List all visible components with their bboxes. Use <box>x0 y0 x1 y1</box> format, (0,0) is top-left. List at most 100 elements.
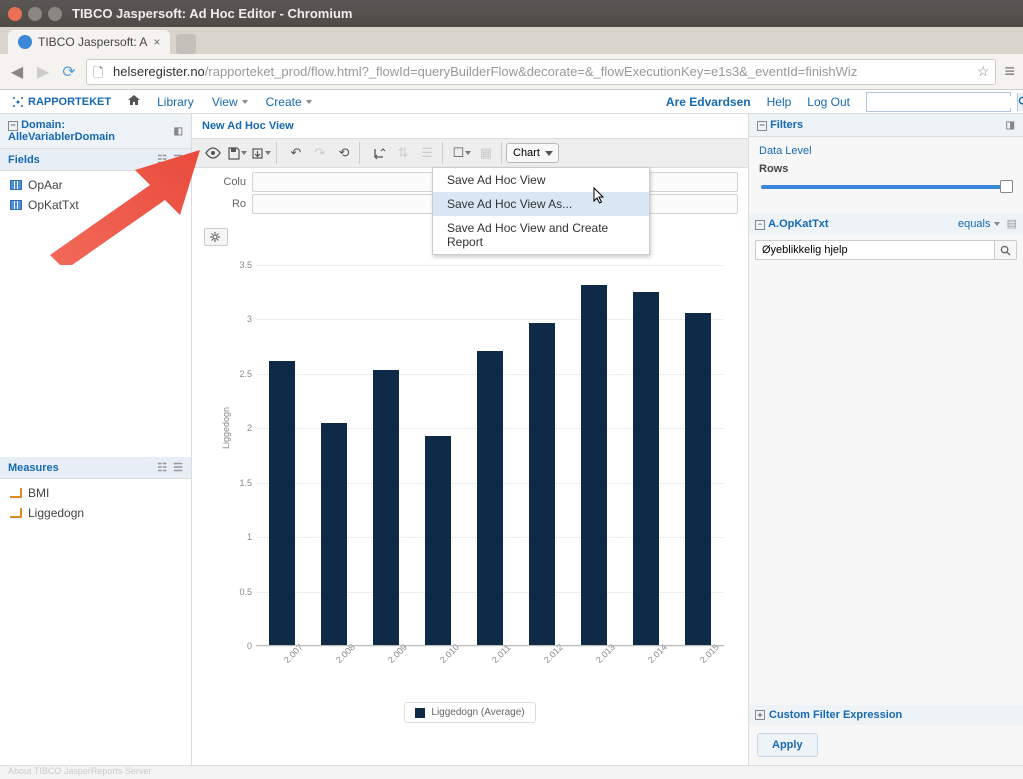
slider-thumb[interactable] <box>1000 180 1013 193</box>
filter-menu-icon[interactable]: ▤ <box>1007 218 1017 230</box>
help-link[interactable]: Help <box>767 95 792 109</box>
preview-icon[interactable] <box>202 143 224 163</box>
format-icon: ▦ <box>475 143 497 163</box>
y-tick-label: 1 <box>232 532 252 542</box>
measure-label: BMI <box>28 486 49 500</box>
logo[interactable]: RAPPORTEKET <box>12 96 111 108</box>
app-nav: Library View Create <box>157 95 312 109</box>
y-tick-label: 3.5 <box>232 260 252 270</box>
url-path: /rapporteket_prod/flow.html?_flowId=quer… <box>205 64 858 79</box>
fields-options-icon[interactable]: ☷ <box>157 153 167 166</box>
chart-bar[interactable] <box>529 323 555 646</box>
collapse-icon[interactable]: − <box>8 121 18 131</box>
filters-label: Filters <box>770 119 803 131</box>
chart-bar[interactable] <box>269 361 295 646</box>
legend-swatch-icon <box>415 708 425 718</box>
window-maximize-icon[interactable] <box>48 7 62 21</box>
back-icon[interactable]: ◀ <box>8 62 26 82</box>
custom-filter-label: Custom Filter Expression <box>769 709 902 721</box>
measures-header: Measures ☷ ☰ <box>0 457 191 479</box>
reset-icon[interactable]: ⟲ <box>333 143 355 163</box>
measures-list: BMI Liggedogn <box>0 479 191 765</box>
search-button[interactable] <box>1017 93 1023 111</box>
nav-view[interactable]: View <box>212 95 248 109</box>
address-bar[interactable]: 🗋 helseregister.no/rapporteket_prod/flow… <box>86 59 996 85</box>
nav-create[interactable]: Create <box>266 95 312 109</box>
chart-canvas: Liggedogn 00.511.522.533.52.0072.0082.00… <box>228 257 728 672</box>
window-minimize-icon[interactable] <box>28 7 42 21</box>
logo-text: RAPPORTEKET <box>28 96 111 108</box>
y-tick-label: 0.5 <box>232 587 252 597</box>
domain-label: Domain: AlleVariablerDomain <box>8 119 115 143</box>
footer: About TIBCO JasperReports Server <box>0 765 1023 779</box>
data-level-label: Data Level <box>759 145 1013 157</box>
app-header-right: Are Edvardsen Help Log Out <box>666 92 1011 112</box>
collapse-icon[interactable]: − <box>757 121 767 131</box>
chart-options-button[interactable] <box>204 228 228 246</box>
new-tab-button[interactable] <box>176 34 196 54</box>
filter-value-input[interactable] <box>755 240 995 260</box>
rows-slider[interactable] <box>761 179 1011 195</box>
export-button[interactable] <box>250 143 272 163</box>
measure-item[interactable]: BMI <box>0 483 191 503</box>
expand-icon[interactable]: + <box>755 710 765 720</box>
chart-bar[interactable] <box>685 313 711 646</box>
reload-icon[interactable]: ⟳ <box>60 62 78 82</box>
filter-search-button[interactable] <box>995 240 1017 260</box>
menu-save-create-report[interactable]: Save Ad Hoc View and Create Report <box>433 216 649 254</box>
browser-toolbar: ◀ ▶ ⟳ 🗋 helseregister.no/rapporteket_pro… <box>0 54 1023 90</box>
field-item[interactable]: OpKatTxt <box>0 195 191 215</box>
panel-toggle-icon[interactable]: ◧ <box>174 126 183 137</box>
undo-icon[interactable]: ↶ <box>285 143 307 163</box>
browser-menu-icon[interactable]: ≡ <box>1004 61 1015 82</box>
chart-bar[interactable] <box>373 370 399 646</box>
collapse-icon[interactable]: − <box>755 220 765 230</box>
fields-list: OpAar OpKatTxt <box>0 171 191 457</box>
filter-icon: ☰ <box>416 143 438 163</box>
fields-list-icon[interactable]: ☰ <box>173 153 183 166</box>
chart-bar[interactable] <box>581 285 607 646</box>
chart-bar[interactable] <box>321 423 347 646</box>
url-host: helseregister.no <box>113 64 205 79</box>
options-icon[interactable]: ☐ <box>451 143 473 163</box>
panel-toggle-icon[interactable]: ◨ <box>1006 120 1015 131</box>
rows-level-label: Rows <box>759 163 1013 175</box>
display-mode-select[interactable]: Chart <box>506 143 559 163</box>
field-label: OpKatTxt <box>28 198 79 212</box>
chart-legend: Liggedogn (Average) <box>202 702 738 723</box>
menu-save-as[interactable]: Save Ad Hoc View As... <box>433 192 649 216</box>
chart-bar[interactable] <box>477 351 503 646</box>
y-tick-label: 0 <box>232 641 252 651</box>
y-tick-label: 1.5 <box>232 478 252 488</box>
custom-filter-header[interactable]: + Custom Filter Expression <box>749 705 1023 725</box>
window-close-icon[interactable] <box>8 7 22 21</box>
apply-button[interactable]: Apply <box>757 733 818 757</box>
legend-item: Liggedogn (Average) <box>404 702 535 723</box>
tab-close-icon[interactable]: × <box>153 35 160 49</box>
logout-link[interactable]: Log Out <box>807 95 850 109</box>
chart-bar[interactable] <box>633 292 659 646</box>
measures-options-icon[interactable]: ☷ <box>157 461 167 474</box>
save-button[interactable] <box>226 143 248 163</box>
search-input[interactable] <box>867 96 1017 108</box>
home-icon[interactable] <box>127 93 141 110</box>
field-label: OpAar <box>28 178 63 192</box>
forward-icon: ▶ <box>34 62 52 82</box>
user-name[interactable]: Are Edvardsen <box>666 95 751 109</box>
footer-text: About TIBCO JasperReports Server <box>8 766 151 776</box>
filter-operator[interactable]: equals <box>958 218 1000 230</box>
columns-label: Colu <box>202 176 252 188</box>
measures-list-icon[interactable]: ☰ <box>173 461 183 474</box>
bookmark-star-icon[interactable]: ☆ <box>977 63 990 80</box>
display-mode-select-wrap: Chart <box>506 143 559 163</box>
pivot-icon[interactable] <box>368 143 390 163</box>
toolbar: ↶ ↷ ⟲ ⇅ ☰ ☐ ▦ Chart Save Ad Hoc View <box>192 138 748 168</box>
nav-library[interactable]: Library <box>157 95 194 109</box>
measure-item[interactable]: Liggedogn <box>0 503 191 523</box>
measure-icon <box>10 488 22 498</box>
chart-bar[interactable] <box>425 436 451 646</box>
field-item[interactable]: OpAar <box>0 175 191 195</box>
measure-icon <box>10 508 22 518</box>
browser-tab[interactable]: TIBCO Jaspersoft: A × <box>8 30 170 54</box>
menu-save[interactable]: Save Ad Hoc View <box>433 168 649 192</box>
